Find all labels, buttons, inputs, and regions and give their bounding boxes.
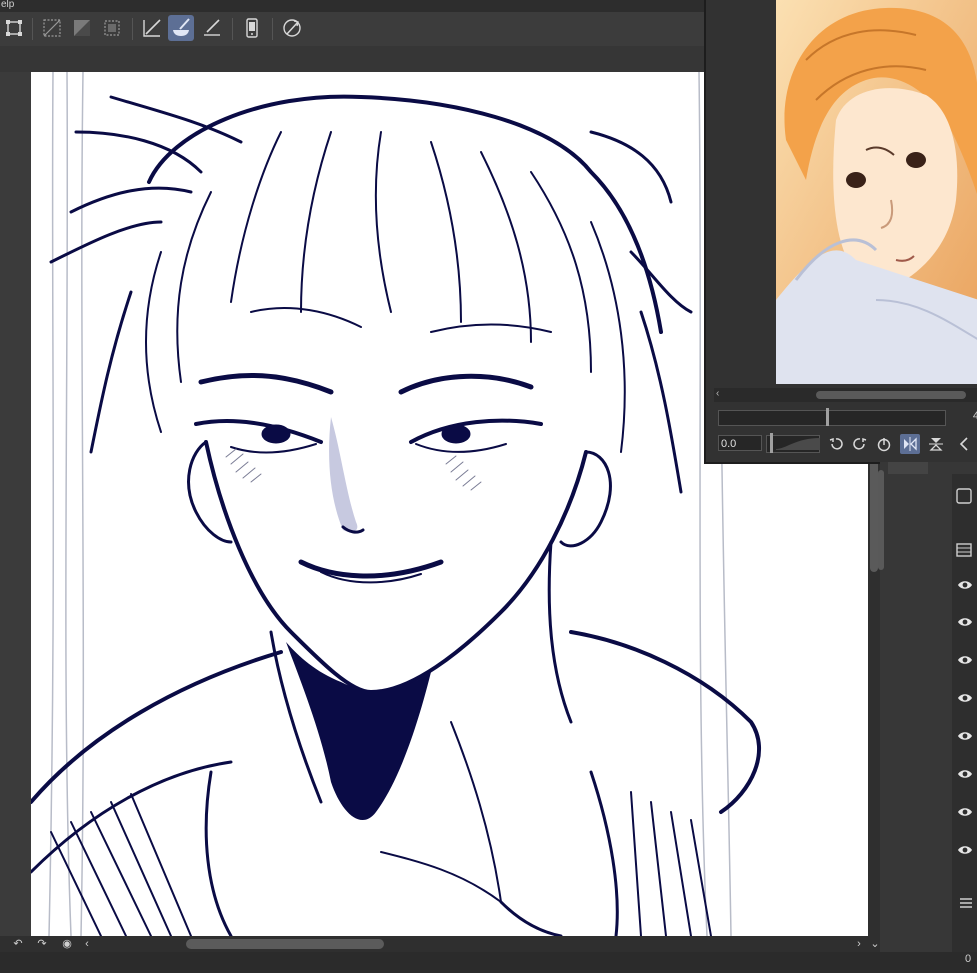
navigator-rotation-row: 0.0: [714, 432, 977, 456]
rotation-input[interactable]: 0.0: [718, 435, 762, 451]
navigator-window: ‹ 4 0.0: [704, 0, 977, 464]
panel-menu-icon[interactable]: [958, 896, 974, 910]
layer-thumbnail-icon[interactable]: [954, 486, 974, 506]
flip-vertical-icon[interactable]: [926, 434, 946, 454]
expand-panel-icon[interactable]: [954, 434, 974, 454]
select-invert-icon[interactable]: [69, 15, 95, 41]
window-bottom-edge: [0, 952, 977, 973]
nav-scroll-left-icon[interactable]: ‹: [716, 388, 719, 399]
panel-scrollbar[interactable]: [878, 470, 884, 570]
settings-wand-icon[interactable]: [279, 15, 305, 41]
menu-bar-fragment[interactable]: elp: [0, 0, 709, 12]
navigator-scrollbar[interactable]: ‹: [714, 388, 977, 402]
command-toolbar: [0, 12, 708, 47]
eye-icon[interactable]: [957, 578, 973, 592]
rotate-left-icon[interactable]: ↶: [11, 937, 25, 951]
layer-visibility-strip: [952, 474, 977, 952]
zoom-slider[interactable]: [718, 410, 946, 426]
select-clear-icon[interactable]: [39, 15, 65, 41]
eye-icon[interactable]: [957, 615, 973, 629]
reset-rotation-icon[interactable]: ◉: [60, 937, 74, 951]
panel-tab[interactable]: [888, 462, 928, 474]
eye-icon[interactable]: [957, 843, 973, 857]
canvas-status-bar: ↶ ↷ ◉ ‹ › ⌄: [0, 936, 880, 952]
reference-illustration: [776, 0, 977, 384]
tab-strip: [0, 46, 708, 72]
select-extend-icon[interactable]: [99, 15, 125, 41]
brush-icon[interactable]: [168, 15, 194, 41]
eye-icon[interactable]: [957, 805, 973, 819]
rotation-slider-handle[interactable]: [770, 433, 773, 453]
rotation-curve-icon: [776, 438, 820, 450]
rotate-right-icon[interactable]: [850, 434, 870, 454]
layer-footer-value: 0: [965, 953, 972, 965]
layer-properties-icon[interactable]: [954, 540, 974, 560]
navigator-zoom-row: 4: [714, 406, 977, 428]
device-icon[interactable]: [239, 15, 265, 41]
rotate-right-icon[interactable]: ↷: [35, 937, 49, 951]
transform-icon[interactable]: [1, 15, 27, 41]
scroll-right-icon[interactable]: ›: [852, 937, 866, 951]
rotate-left-icon[interactable]: [826, 434, 846, 454]
scroll-left-icon[interactable]: ‹: [80, 937, 94, 951]
zoom-value: 4: [972, 410, 977, 422]
flip-horizontal-icon[interactable]: [900, 434, 920, 454]
zoom-slider-handle[interactable]: [826, 408, 829, 426]
eye-icon[interactable]: [957, 729, 973, 743]
reset-rotation-icon[interactable]: [874, 434, 894, 454]
eye-icon[interactable]: [957, 653, 973, 667]
ruler-line-icon[interactable]: [199, 15, 225, 41]
eye-icon[interactable]: [957, 691, 973, 705]
reference-image-preview[interactable]: [776, 0, 977, 384]
eye-icon[interactable]: [957, 767, 973, 781]
canvas-horizontal-scrollbar[interactable]: [186, 939, 384, 949]
ruler-pen-icon[interactable]: [139, 15, 165, 41]
